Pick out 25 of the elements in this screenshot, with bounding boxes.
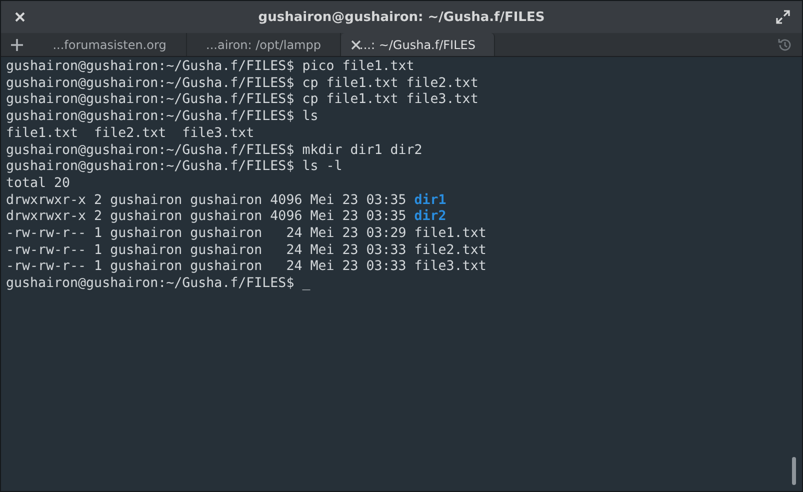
directory-name: dir1: [414, 192, 446, 208]
history-icon: [777, 37, 793, 53]
terminal-line: gushairon@gushairon:~/Gusha.f/FILES$ cp file1.txt file3.txt: [6, 92, 478, 108]
close-icon: [14, 11, 26, 23]
scrollbar[interactable]: [792, 457, 796, 485]
terminal-line: -rw-rw-r-- 1 gushairon gushairon 24 Mei 23 03:33 file3.txt: [6, 259, 486, 274]
terminal-line: gushairon@gushairon:~/Gusha.f/FILES$ ls: [6, 109, 318, 124]
terminal-line: total 20: [6, 176, 70, 191]
terminal-line: gushairon@gushairon:~/Gusha.f/FILES$: [6, 276, 296, 292]
terminal-line: gushairon@gushairon:~/Gusha.f/FILES$ ls -l: [6, 159, 342, 174]
terminal-line: gushairon@gushairon:~/Gusha.f/FILES$ mkdir dir1 dir2: [6, 142, 422, 158]
terminal-line: -rw-rw-r-- 1 gushairon gushairon 24 Mei 23 03:29 file1.txt: [6, 226, 486, 242]
text-cursor: _: [302, 276, 310, 292]
terminal-line: gushairon@gushairon:~/Gusha.f/FILES$ pico file1.txt: [6, 59, 414, 74]
terminal-line: drwxrwxr-x 2 gushairon gushairon 4096 Mei 23 03:35: [6, 209, 408, 224]
window-title: gushairon@gushairon: ~/Gusha.f/FILES: [257, 10, 546, 24]
terminal-line: -rw-rw-r-- 1 gushairon gushairon 24 Mei 23 03:33 file2.txt: [6, 242, 486, 258]
terminal-tab[interactable]: ...: ~/Gusha.f/FILES: [341, 33, 495, 56]
close-icon: [351, 40, 361, 50]
directory-name: dir2: [414, 209, 446, 224]
plus-icon: [11, 39, 23, 51]
terminal-line: drwxrwxr-x 2 gushairon gushairon 4096 Mei 23 03:35: [6, 192, 408, 208]
maximize-icon: [776, 10, 790, 24]
terminal-line: gushairon@gushairon:~/Gusha.f/FILES$ cp file1.txt file2.txt: [6, 76, 478, 91]
terminal-line: file1.txt file2.txt file3.txt: [6, 126, 254, 141]
